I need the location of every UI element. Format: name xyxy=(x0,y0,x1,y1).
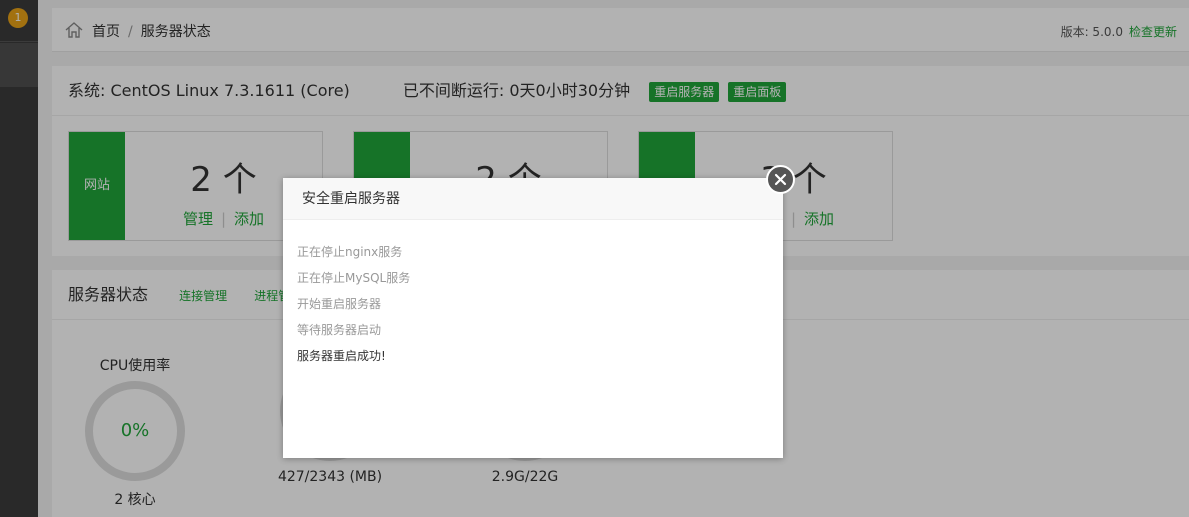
restart-step: 等待服务器启动 xyxy=(297,323,382,337)
dialog-body: 正在停止nginx服务 正在停止MySQL服务 开始重启服务器 等待服务器启动 … xyxy=(283,220,783,388)
restart-step: 正在停止nginx服务 xyxy=(297,245,403,259)
close-dialog-button[interactable] xyxy=(766,165,795,194)
dialog-title: 安全重启服务器 xyxy=(283,178,783,220)
close-icon xyxy=(774,173,787,186)
restart-step: 正在停止MySQL服务 xyxy=(297,271,411,285)
restart-step: 开始重启服务器 xyxy=(297,297,382,311)
restart-step-success: 服务器重启成功! xyxy=(297,349,386,363)
restart-dialog: 安全重启服务器 正在停止nginx服务 正在停止MySQL服务 开始重启服务器 … xyxy=(283,178,783,458)
